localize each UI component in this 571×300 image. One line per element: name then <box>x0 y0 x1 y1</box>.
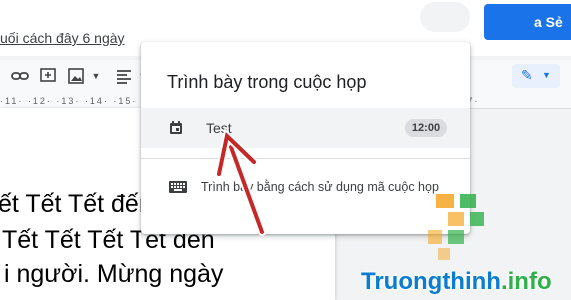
comment-add-icon[interactable] <box>38 66 58 86</box>
pencil-icon: ✎ <box>521 67 533 83</box>
watermark-logo <box>428 194 484 260</box>
align-icon[interactable] <box>114 66 134 86</box>
watermark-brand: Truongthinh.info <box>361 268 552 296</box>
calendar-icon <box>170 121 182 134</box>
present-with-code-label: Trình bày bằng cách sử dụng mã cuộc họp <box>201 180 439 194</box>
present-menu-title: Trình bày trong cuộc họp <box>167 72 367 92</box>
meeting-item[interactable]: Test 12:00 <box>141 108 470 148</box>
keyboard-icon <box>169 181 187 193</box>
divider <box>141 158 470 159</box>
meet-button[interactable] <box>420 2 470 32</box>
image-icon[interactable] <box>66 66 86 86</box>
last-edit-link[interactable]: uối cách đây 6 ngày <box>0 30 125 46</box>
editing-mode-button[interactable]: ✎ ▼ <box>512 64 560 88</box>
meeting-time-badge: 12:00 <box>405 119 447 137</box>
doc-line-3: i người. Mừng ngày <box>4 260 224 288</box>
chevron-down-icon: ▼ <box>542 70 551 80</box>
share-button[interactable]: a Sẻ <box>484 4 571 40</box>
chevron-down-icon[interactable]: ▼ <box>86 66 106 86</box>
link-icon[interactable] <box>10 66 30 86</box>
brand-ext: .info <box>500 268 552 295</box>
brand-name: Truongthinh <box>361 268 501 295</box>
meeting-name: Test <box>206 120 232 136</box>
